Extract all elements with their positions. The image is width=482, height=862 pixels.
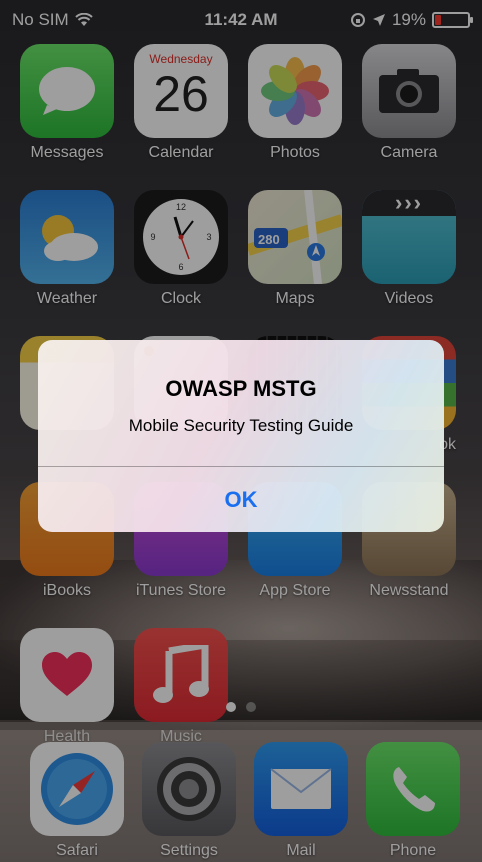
alert-ok-button[interactable]: OK xyxy=(38,467,444,532)
alert-message: Mobile Security Testing Guide xyxy=(128,416,354,435)
alert-title: OWASP MSTG xyxy=(165,376,317,401)
alert-dialog: OWASP MSTG Mobile Security Testing Guide… xyxy=(38,340,444,532)
